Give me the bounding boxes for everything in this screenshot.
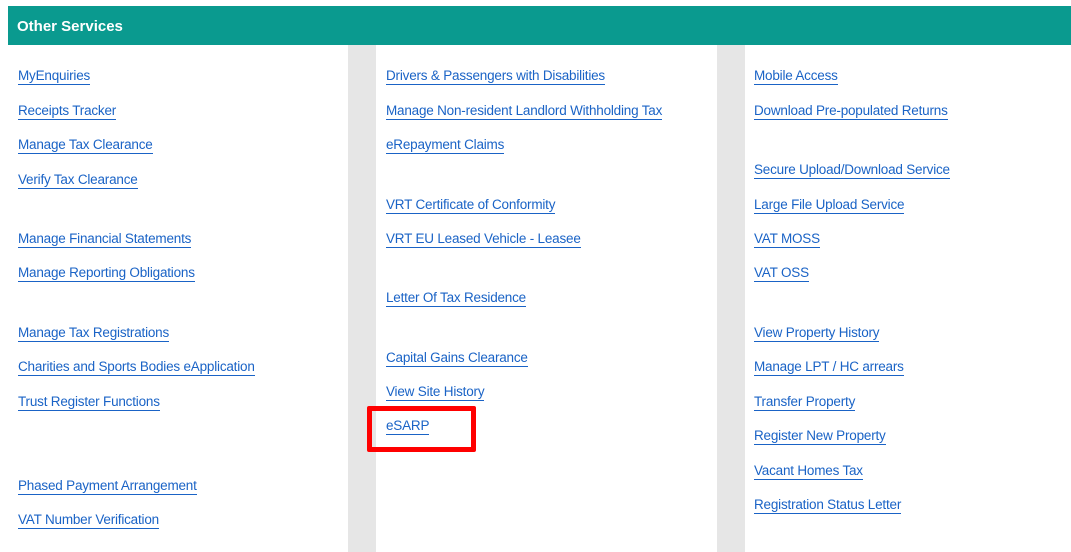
link-manage-tax-registrations[interactable]: Manage Tax Registrations [18,325,169,342]
link-vrt-certificate-of-conformity[interactable]: VRT Certificate of Conformity [386,197,555,214]
link-registration-status-letter[interactable]: Registration Status Letter [754,497,901,514]
link-capital-gains-clearance[interactable]: Capital Gains Clearance [386,350,528,367]
link-download-prepopulated-returns[interactable]: Download Pre-populated Returns [754,103,948,120]
link-view-site-history[interactable]: View Site History [386,384,485,401]
section-header: Other Services [8,6,1071,45]
link-view-property-history[interactable]: View Property History [754,325,880,342]
link-trust-register-functions[interactable]: Trust Register Functions [18,394,160,411]
link-erepayment-claims[interactable]: eRepayment Claims [386,137,504,154]
link-register-new-property[interactable]: Register New Property [754,428,886,445]
link-mobile-access[interactable]: Mobile Access [754,68,838,85]
link-manage-financial-statements[interactable]: Manage Financial Statements [18,231,191,248]
link-large-file-upload[interactable]: Large File Upload Service [754,197,905,214]
link-vat-oss[interactable]: VAT OSS [754,265,809,282]
section-title: Other Services [17,18,123,35]
link-drivers-passengers-disabilities[interactable]: Drivers & Passengers with Disabilities [386,68,605,85]
link-letter-of-tax-residence[interactable]: Letter Of Tax Residence [386,290,526,307]
link-phased-payment-arrangement[interactable]: Phased Payment Arrangement [18,478,197,495]
link-vat-moss[interactable]: VAT MOSS [754,231,820,248]
column-divider [717,45,745,552]
link-myenquiries[interactable]: MyEnquiries [18,68,90,85]
link-transfer-property[interactable]: Transfer Property [754,394,855,411]
link-vacant-homes-tax[interactable]: Vacant Homes Tax [754,463,863,480]
esarp-highlight-box [367,406,476,452]
link-manage-tax-clearance[interactable]: Manage Tax Clearance [18,137,153,154]
link-vrt-eu-leased-vehicle[interactable]: VRT EU Leased Vehicle - Leasee [386,231,581,248]
link-manage-nonresident-landlord-tax[interactable]: Manage Non-resident Landlord Withholding… [386,103,662,120]
column-divider [348,45,376,552]
link-verify-tax-clearance[interactable]: Verify Tax Clearance [18,172,138,189]
link-secure-upload-download[interactable]: Secure Upload/Download Service [754,162,950,179]
link-charities-sports-eapplication[interactable]: Charities and Sports Bodies eApplication [18,359,255,376]
link-manage-lpt-hc-arrears[interactable]: Manage LPT / HC arrears [754,359,904,376]
link-vat-number-verification[interactable]: VAT Number Verification [18,512,159,529]
link-receipts-tracker[interactable]: Receipts Tracker [18,103,116,120]
link-manage-reporting-obligations[interactable]: Manage Reporting Obligations [18,265,195,282]
